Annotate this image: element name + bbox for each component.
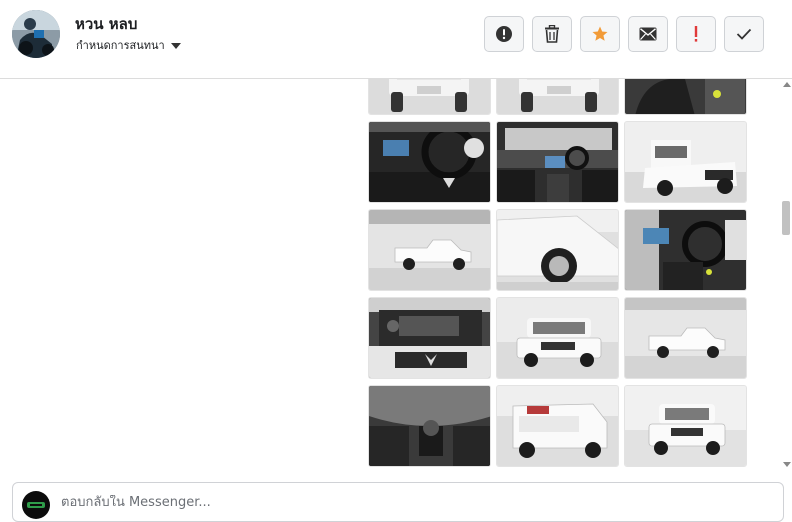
scroll-up-icon[interactable]: [783, 82, 791, 87]
exclamation-icon: [694, 26, 698, 42]
star-icon: [592, 26, 608, 41]
reply-input[interactable]: [61, 495, 661, 510]
contact-name[interactable]: หวน หลบ: [75, 12, 137, 36]
truck-rear-photo[interactable]: [368, 79, 491, 115]
page-logo-icon: [27, 502, 45, 508]
scroll-down-icon[interactable]: [783, 462, 791, 467]
truck-side-photo[interactable]: [368, 209, 491, 291]
delete-button[interactable]: [532, 16, 572, 52]
scrollbar[interactable]: [780, 79, 792, 469]
envelope-icon: [639, 27, 657, 41]
report-spam-button[interactable]: [484, 16, 524, 52]
avatar-image: [12, 10, 60, 58]
checkmark-icon: [736, 28, 752, 40]
truck-front-angle-photo[interactable]: [624, 121, 747, 203]
trash-icon: [545, 25, 559, 43]
composer: [0, 469, 792, 522]
conversation-header: หวน หลบ กำหนดการสนทนา: [0, 0, 792, 79]
message-thread[interactable]: [0, 79, 780, 469]
follow-up-button[interactable]: [676, 16, 716, 52]
alert-circle-icon: [496, 26, 512, 42]
page-avatar: [22, 491, 50, 519]
mark-unread-button[interactable]: [628, 16, 668, 52]
truck-front-photo[interactable]: [496, 297, 619, 379]
truck-rear-photo[interactable]: [496, 79, 619, 115]
scrollbar-thumb[interactable]: [782, 201, 790, 235]
interior-wide-photo[interactable]: [496, 121, 619, 203]
action-toolbar: [484, 16, 764, 52]
truck-rear-angle-photo[interactable]: [496, 385, 619, 467]
assign-conversation-dropdown[interactable]: กำหนดการสนทนา: [76, 36, 181, 54]
truck-side-far-photo[interactable]: [624, 297, 747, 379]
mark-done-button[interactable]: [724, 16, 764, 52]
assign-conversation-label: กำหนดการสนทนา: [76, 39, 165, 52]
truck-seat-photo[interactable]: [624, 79, 747, 115]
gear-shift-photo[interactable]: [368, 385, 491, 467]
truck-front-straight-photo[interactable]: [624, 385, 747, 467]
truck-wheel-photo[interactable]: [496, 209, 619, 291]
reply-box[interactable]: [12, 482, 784, 522]
star-button[interactable]: [580, 16, 620, 52]
engine-bay-photo[interactable]: [368, 297, 491, 379]
chevron-down-icon: [170, 42, 181, 49]
dashboard-photo[interactable]: [368, 121, 491, 203]
avatar[interactable]: [12, 10, 60, 58]
dashboard-side-photo[interactable]: [624, 209, 747, 291]
